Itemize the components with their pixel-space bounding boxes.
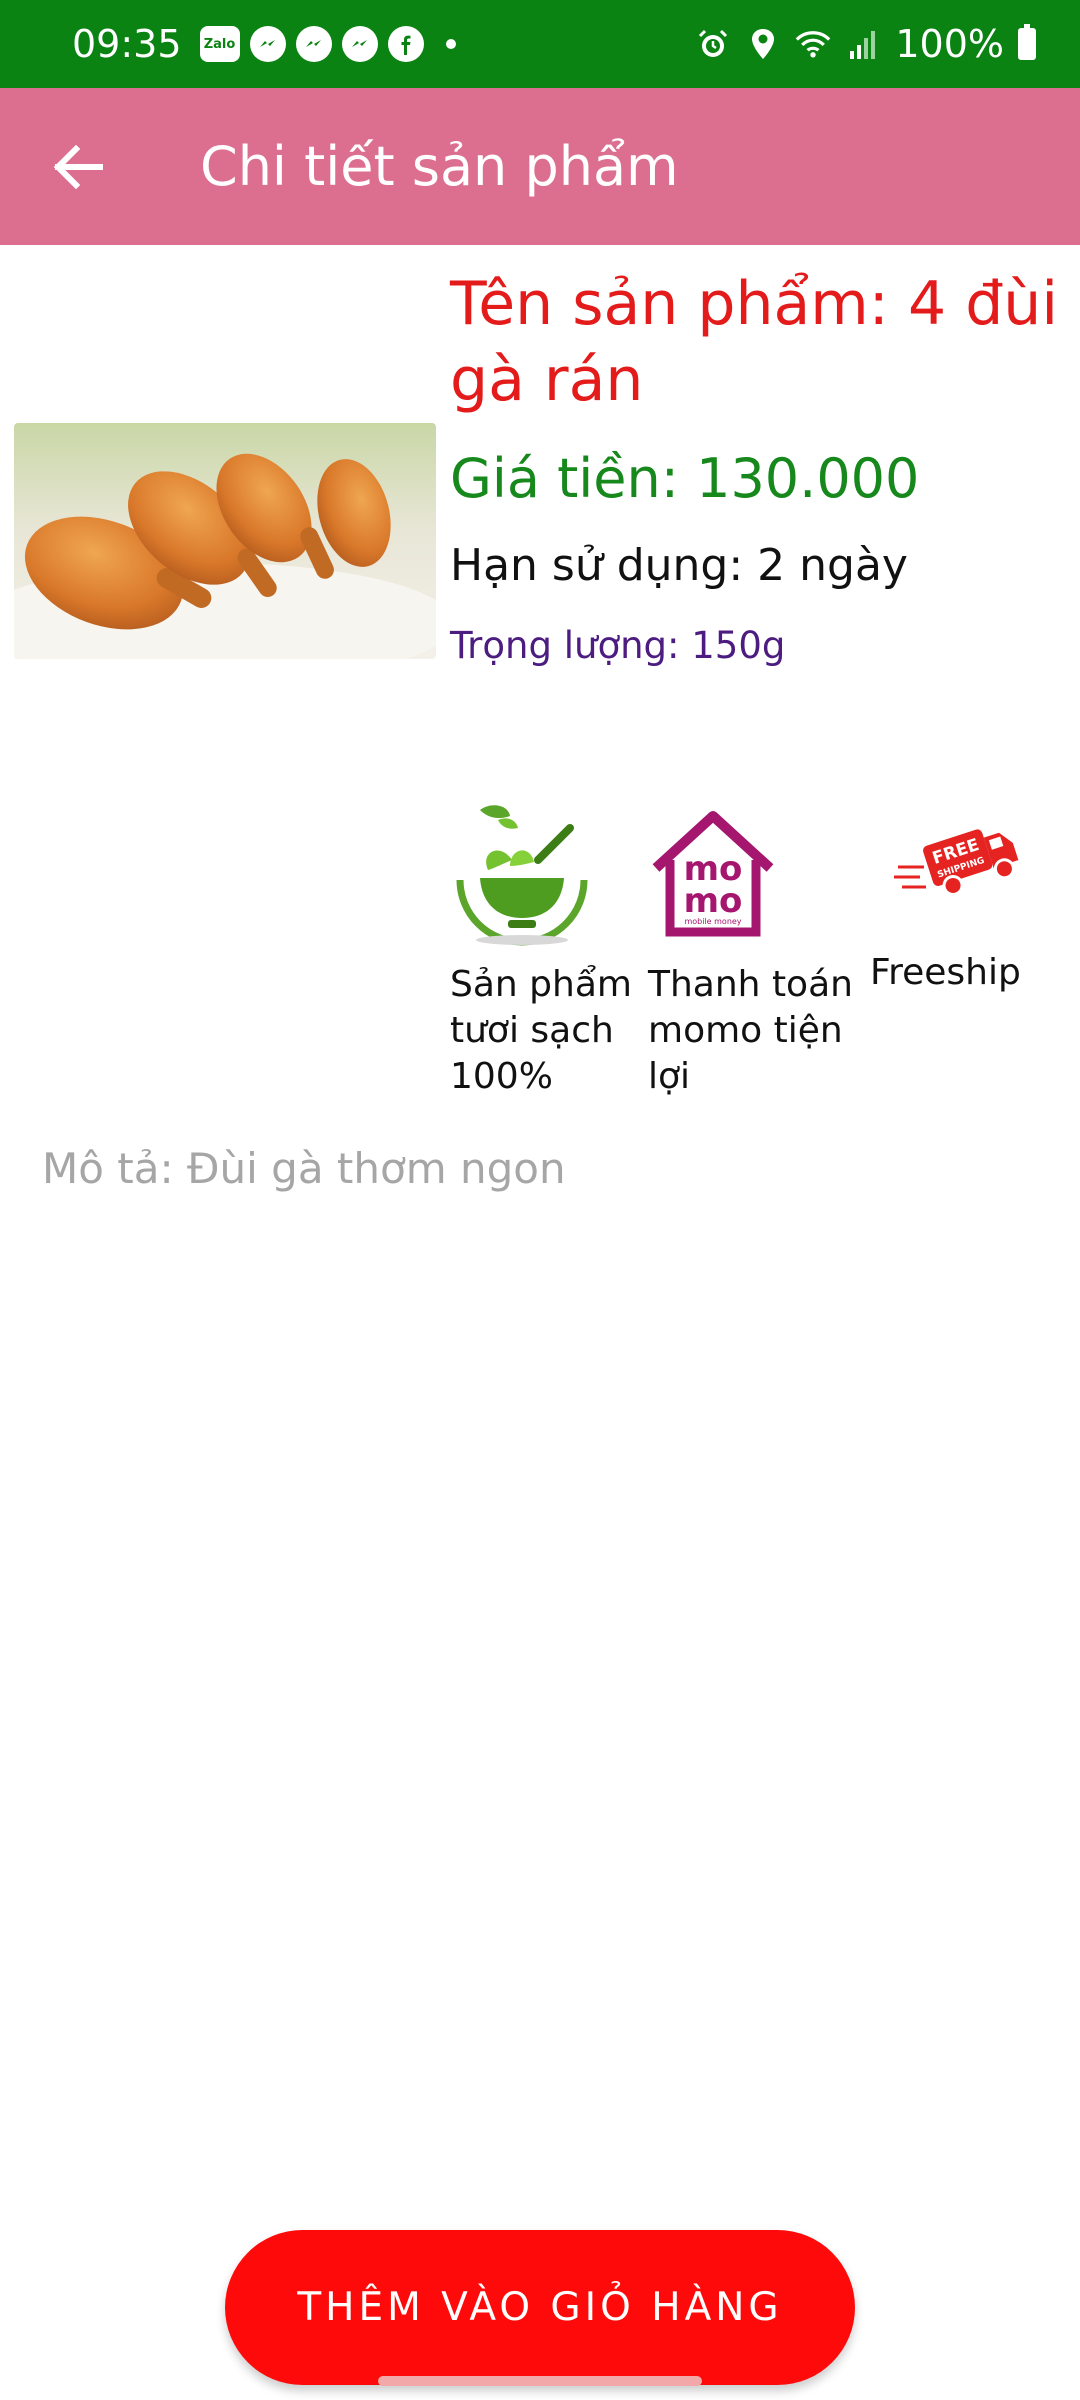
facebook-icon: [387, 26, 424, 62]
messenger-icon: [341, 26, 378, 62]
battery-icon: [1018, 24, 1036, 60]
momo-text-bottom: mo: [684, 881, 743, 921]
features-row: Sản phẩm tươi sạch 100% mo mo mobile mon…: [450, 800, 1060, 1100]
alarm-icon: [695, 26, 731, 62]
notification-icons: Zalo: [199, 26, 456, 62]
signal-icon: [845, 26, 881, 62]
feature-freeship: FREE SHIPPING Freeship: [870, 800, 1060, 1100]
fried-chicken-image: [14, 423, 436, 659]
product-image: [14, 423, 436, 659]
more-notifications-dot: [445, 39, 456, 49]
product-expiry: Hạn sử dụng: 2 ngày: [450, 540, 908, 591]
feature-fresh-label: Sản phẩm tươi sạch 100%: [450, 964, 632, 1097]
product-price: Giá tiền: 130.000: [450, 447, 920, 510]
home-indicator[interactable]: [378, 2376, 702, 2386]
zalo-icon: Zalo: [199, 26, 240, 62]
page-title: Chi tiết sản phẩm: [200, 135, 679, 198]
momo-caption: mobile money: [684, 917, 741, 926]
back-button[interactable]: [28, 117, 128, 217]
feature-momo-label: Thanh toán momo tiện lợi: [648, 964, 853, 1097]
messenger-icon: [295, 26, 332, 62]
product-info: Tên sản phẩm: 4 đùi gà rán Giá tiền: 130…: [450, 266, 1060, 670]
product-name: Tên sản phẩm: 4 đùi gà rán: [450, 269, 1058, 415]
free-shipping-truck-icon: FREE SHIPPING: [890, 800, 1020, 920]
location-icon: [745, 26, 781, 62]
momo-icon: mo mo mobile money: [648, 800, 778, 950]
add-to-cart-button[interactable]: THÊM VÀO GIỎ HÀNG: [225, 2230, 855, 2385]
battery-percentage: 100%: [895, 22, 1004, 66]
feature-momo: mo mo mobile money Thanh toán momo tiện …: [648, 800, 870, 1100]
feature-freeship-label: Freeship: [870, 952, 1021, 993]
system-status: 100%: [695, 22, 1036, 66]
product-weight: Trọng lượng: 150g: [450, 624, 786, 667]
product-description: Mô tả: Đùi gà thơm ngon: [42, 1144, 566, 1193]
status-bar: 09:35 Zalo 100%: [0, 0, 1080, 88]
status-time: 09:35: [72, 22, 182, 66]
arrow-left-icon: [53, 144, 103, 189]
feature-fresh: Sản phẩm tươi sạch 100%: [450, 800, 648, 1100]
fresh-leaf-bowl-icon: [450, 800, 600, 950]
wifi-icon: [795, 26, 831, 62]
app-bar: Chi tiết sản phẩm: [0, 88, 1080, 245]
messenger-icon: [249, 26, 286, 62]
